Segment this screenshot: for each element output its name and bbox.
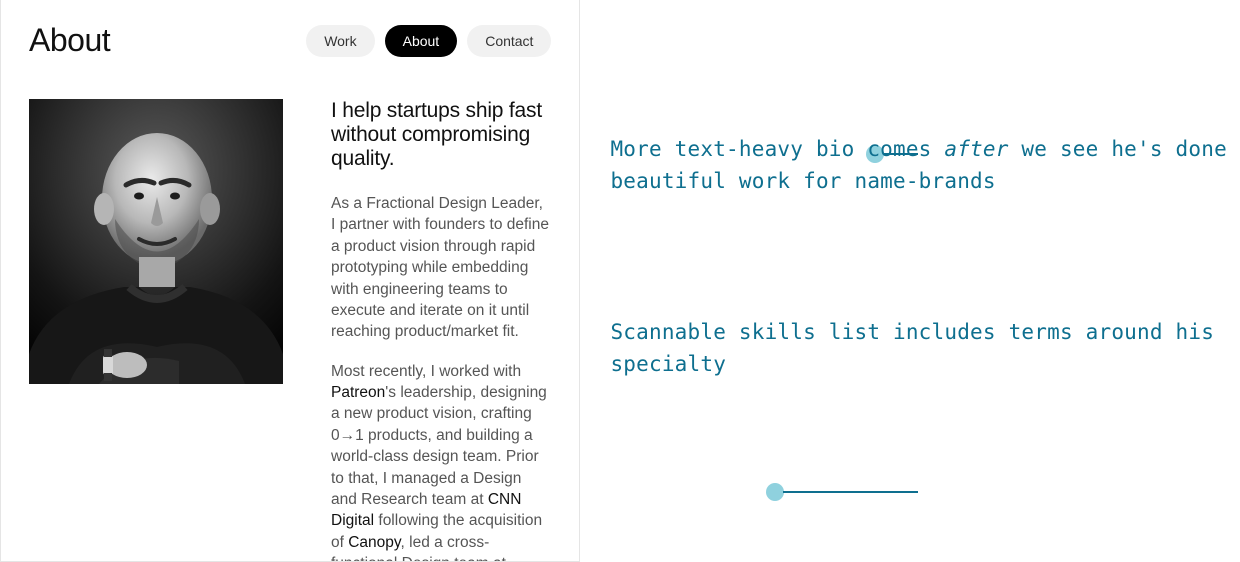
bio-text: Most recently, I worked with bbox=[331, 363, 521, 380]
bio-paragraph-1: As a Fractional Design Leader, I partner… bbox=[331, 193, 551, 343]
tab-contact[interactable]: Contact bbox=[467, 25, 551, 57]
bio-column: I help startups ship fast without compro… bbox=[331, 99, 551, 562]
avatar bbox=[29, 99, 283, 384]
nav-tabs: Work About Contact bbox=[306, 25, 551, 57]
about-section: I help startups ship fast without compro… bbox=[29, 99, 551, 562]
brand-patreon: Patreon bbox=[331, 384, 385, 401]
annotation-1: More text-heavy bio comes after we see h… bbox=[610, 134, 1240, 197]
annotation-emphasis: after bbox=[944, 137, 1008, 161]
portfolio-page: About Work About Contact bbox=[0, 0, 580, 562]
header: About Work About Contact bbox=[29, 22, 551, 59]
annotation-text: More text-heavy bio comes bbox=[610, 137, 944, 161]
bio-headline: I help startups ship fast without compro… bbox=[331, 99, 551, 171]
bio-paragraph-2: Most recently, I worked with Patreon's l… bbox=[331, 361, 551, 562]
tab-work[interactable]: Work bbox=[306, 25, 374, 57]
annotation-2: Scannable skills list includes terms aro… bbox=[610, 317, 1240, 380]
brand-canopy: Canopy bbox=[348, 534, 400, 551]
tab-about[interactable]: About bbox=[385, 25, 458, 57]
avatar-placeholder-svg bbox=[29, 99, 283, 384]
annotations-column: More text-heavy bio comes after we see h… bbox=[580, 0, 1240, 562]
page-title: About bbox=[29, 22, 110, 59]
bio-text: 's leadership, designing a new product v… bbox=[331, 384, 547, 508]
